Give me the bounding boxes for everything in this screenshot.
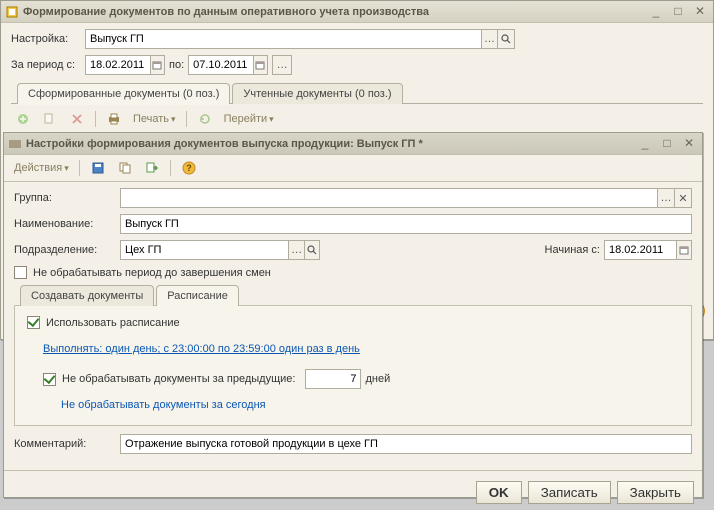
- starting-input[interactable]: [605, 241, 676, 259]
- period-to-label: по:: [169, 59, 184, 71]
- days-field[interactable]: [305, 369, 361, 389]
- ellipsis-icon[interactable]: …: [657, 189, 674, 207]
- calendar-icon[interactable]: [150, 56, 164, 74]
- minimize-button[interactable]: _: [647, 4, 665, 20]
- group-input[interactable]: [121, 189, 657, 207]
- clear-icon[interactable]: ✕: [674, 189, 691, 207]
- use-schedule-label: Использовать расписание: [46, 317, 180, 329]
- app-icon: [5, 5, 19, 19]
- no-process-shift-checkbox[interactable]: Не обрабатывать период до завершения сме…: [14, 266, 271, 279]
- search-icon[interactable]: [497, 30, 514, 48]
- no-process-prev-checkbox[interactable]: Не обрабатывать документы за предыдущие:: [43, 373, 295, 386]
- child-window: Настройки формирования документов выпуск…: [3, 132, 703, 498]
- help-icon[interactable]: ?: [177, 157, 201, 179]
- comment-input[interactable]: [121, 435, 691, 453]
- starting-label: Начиная с:: [545, 244, 600, 256]
- maximize-button[interactable]: □: [669, 4, 687, 20]
- ellipsis-icon[interactable]: …: [288, 241, 303, 259]
- tab-schedule[interactable]: Расписание: [156, 285, 239, 306]
- calendar-icon[interactable]: [676, 241, 691, 259]
- schedule-panel: Использовать расписание Выполнять: один …: [14, 305, 692, 426]
- division-input[interactable]: [121, 241, 288, 259]
- comment-label: Комментарий:: [14, 438, 116, 450]
- maximize-button[interactable]: □: [658, 136, 676, 152]
- comment-field[interactable]: [120, 434, 692, 454]
- tab-formed-documents[interactable]: Сформированные документы (0 поз.): [17, 83, 230, 104]
- starting-field[interactable]: [604, 240, 692, 260]
- child-title: Настройки формирования документов выпуск…: [26, 138, 636, 150]
- period-picker-button[interactable]: …: [272, 55, 292, 75]
- parent-titlebar[interactable]: Формирование документов по данным операт…: [1, 1, 713, 23]
- name-input[interactable]: [121, 215, 691, 233]
- goto-button[interactable]: Перейти▾: [220, 108, 278, 130]
- list-icon: [8, 137, 22, 151]
- search-icon[interactable]: [304, 241, 319, 259]
- period-to-field[interactable]: [188, 55, 268, 75]
- setting-label: Настройка:: [11, 33, 81, 45]
- svg-text:?: ?: [186, 163, 192, 173]
- period-from-field[interactable]: [85, 55, 165, 75]
- schedule-execute-rest[interactable]: один день; с 23:00:00 по 23:59:00 один р…: [102, 343, 360, 355]
- tab-create-documents[interactable]: Создавать документы: [20, 285, 154, 306]
- division-field[interactable]: …: [120, 240, 320, 260]
- setting-field[interactable]: …: [85, 29, 515, 49]
- days-input[interactable]: [306, 370, 360, 388]
- name-field[interactable]: [120, 214, 692, 234]
- copy-icon[interactable]: [113, 157, 137, 179]
- period-to-input[interactable]: [189, 56, 253, 74]
- save-icon[interactable]: [86, 157, 110, 179]
- calendar-icon[interactable]: [253, 56, 267, 74]
- close-button[interactable]: ✕: [680, 136, 698, 152]
- group-label: Группа:: [14, 192, 116, 204]
- ellipsis-icon[interactable]: …: [481, 30, 498, 48]
- refresh-icon: [193, 108, 217, 130]
- name-label: Наименование:: [14, 218, 116, 230]
- division-label: Подразделение:: [14, 244, 116, 256]
- actions-menu[interactable]: Действия▾: [10, 157, 73, 179]
- delete-icon: [65, 108, 89, 130]
- schedule-execute-link[interactable]: Выполнять:: [43, 343, 102, 355]
- minimize-button[interactable]: _: [636, 136, 654, 152]
- child-footer: OK Записать Закрыть: [4, 475, 702, 510]
- no-process-prev-label: Не обрабатывать документы за предыдущие:: [62, 373, 295, 385]
- parent-title: Формирование документов по данным операт…: [23, 6, 647, 18]
- no-process-shift-label: Не обрабатывать период до завершения сме…: [33, 267, 271, 279]
- setting-input[interactable]: [86, 30, 481, 48]
- close-button[interactable]: ✕: [691, 4, 709, 20]
- tab-posted-documents[interactable]: Учтенные документы (0 поз.): [232, 83, 402, 104]
- days-suffix: дней: [365, 373, 390, 385]
- parent-toolbar: Печать▾ Перейти▾: [11, 104, 703, 134]
- period-from-input[interactable]: [86, 56, 150, 74]
- period-from-label: За период с:: [11, 59, 81, 71]
- use-schedule-checkbox[interactable]: Использовать расписание: [27, 316, 679, 329]
- edit-icon: [38, 108, 62, 130]
- no-process-today-link[interactable]: Не обрабатывать документы за сегодня: [61, 399, 266, 411]
- group-field[interactable]: … ✕: [120, 188, 692, 208]
- child-toolbar: Действия▾ ?: [4, 155, 702, 182]
- add-icon: [11, 108, 35, 130]
- goto-ref-icon[interactable]: [140, 157, 164, 179]
- print-button[interactable]: Печать▾: [129, 108, 180, 130]
- print-icon[interactable]: [102, 108, 126, 130]
- child-titlebar[interactable]: Настройки формирования документов выпуск…: [4, 133, 702, 155]
